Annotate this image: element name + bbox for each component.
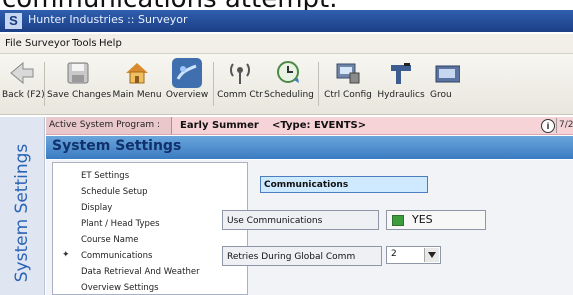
ctrl-config-label: Ctrl Config (324, 90, 372, 100)
active-program-label: Active System Program : (46, 117, 172, 134)
hydraulics-label: Hydraulics (377, 90, 425, 100)
overview-icon (172, 58, 202, 88)
nav-item-schedule-setup[interactable]: Schedule Setup (81, 187, 148, 197)
main-menu-label: Main Menu (112, 90, 162, 100)
retries-dropdown[interactable]: 2 (386, 246, 441, 264)
retries-label: Retries During Global Comm (222, 246, 382, 266)
use-communications-toggle[interactable]: YES (386, 210, 486, 230)
page-title-bar: System Settings (46, 136, 573, 159)
comm-ctr-button[interactable]: Comm Ctr (216, 56, 264, 112)
settings-nav-list: ET Settings Schedule Setup Display Plant… (52, 162, 248, 295)
overview-button[interactable]: Overview (163, 56, 211, 112)
scheduling-label: Scheduling (264, 90, 314, 100)
info-icon[interactable]: i (541, 119, 555, 133)
ctrl-config-button[interactable]: Ctrl Config (322, 56, 374, 112)
program-type: <Type: EVENTS> (272, 120, 367, 131)
back-label: Back (F2) (2, 90, 45, 100)
nav-item-communications[interactable]: Communications (81, 251, 152, 261)
chevron-down-icon[interactable] (424, 248, 439, 262)
app-logo-icon: S (5, 13, 22, 29)
toolbar-divider (213, 62, 214, 106)
system-settings-side-tab[interactable]: System Settings (0, 117, 45, 295)
page-title: System Settings (52, 138, 182, 154)
toolbar: Back (F2) Save Changes Main Menu Overvie… (0, 54, 573, 115)
status-date: 7/22/ (556, 118, 573, 133)
save-changes-button[interactable]: Save Changes (47, 56, 112, 112)
group-button[interactable]: Grou (430, 56, 460, 112)
clock-icon (274, 58, 304, 88)
main-menu-button[interactable]: Main Menu (111, 56, 163, 112)
nav-item-data-retrieval[interactable]: Data Retrieval And Weather (81, 267, 200, 277)
active-program-value: Early Summer (180, 120, 259, 131)
nav-item-plant-head-types[interactable]: Plant / Head Types (81, 219, 160, 229)
comm-ctr-label: Comm Ctr (217, 90, 263, 100)
menu-bar: File Surveyor Tools Help (0, 34, 573, 54)
menu-surveyor[interactable]: Surveyor (25, 38, 70, 49)
retries-value: 2 (391, 249, 397, 259)
nav-item-display[interactable]: Display (81, 203, 112, 213)
back-button[interactable]: Back (F2) (2, 56, 45, 112)
active-program-bar: Active System Program : Early Summer <Ty… (46, 117, 573, 135)
save-changes-label: Save Changes (47, 90, 112, 100)
controller-icon (333, 58, 363, 88)
hydraulics-button[interactable]: Hydraulics (374, 56, 428, 112)
checkbox-checked-icon (392, 215, 404, 226)
window-title: Hunter Industries :: Surveyor (28, 13, 188, 26)
group-label: Grou (430, 90, 452, 100)
use-communications-value: YES (412, 213, 433, 226)
home-icon (122, 58, 152, 88)
floppy-disk-icon (63, 58, 93, 88)
scheduling-button[interactable]: Scheduling (264, 56, 314, 112)
menu-file[interactable]: File (5, 38, 22, 49)
side-tab-label: System Settings (12, 143, 32, 283)
title-bar: S Hunter Industries :: Surveyor (0, 10, 573, 32)
use-communications-label: Use Communications (222, 210, 379, 230)
toolbar-divider (44, 62, 45, 106)
nav-item-et-settings[interactable]: ET Settings (81, 171, 129, 181)
selected-diamond-icon: ✦ (62, 250, 70, 260)
menu-help[interactable]: Help (99, 38, 122, 49)
overview-label: Overview (165, 90, 209, 100)
toolbar-divider (318, 62, 319, 106)
communications-section-title: Communications (260, 176, 428, 193)
valve-icon (386, 58, 416, 88)
back-arrow-icon (7, 58, 37, 88)
antenna-icon (225, 58, 255, 88)
nav-item-course-name[interactable]: Course Name (81, 235, 138, 245)
nav-item-overview-settings[interactable]: Overview Settings (81, 283, 159, 293)
menu-tools[interactable]: Tools (72, 38, 97, 49)
group-icon (432, 58, 462, 88)
